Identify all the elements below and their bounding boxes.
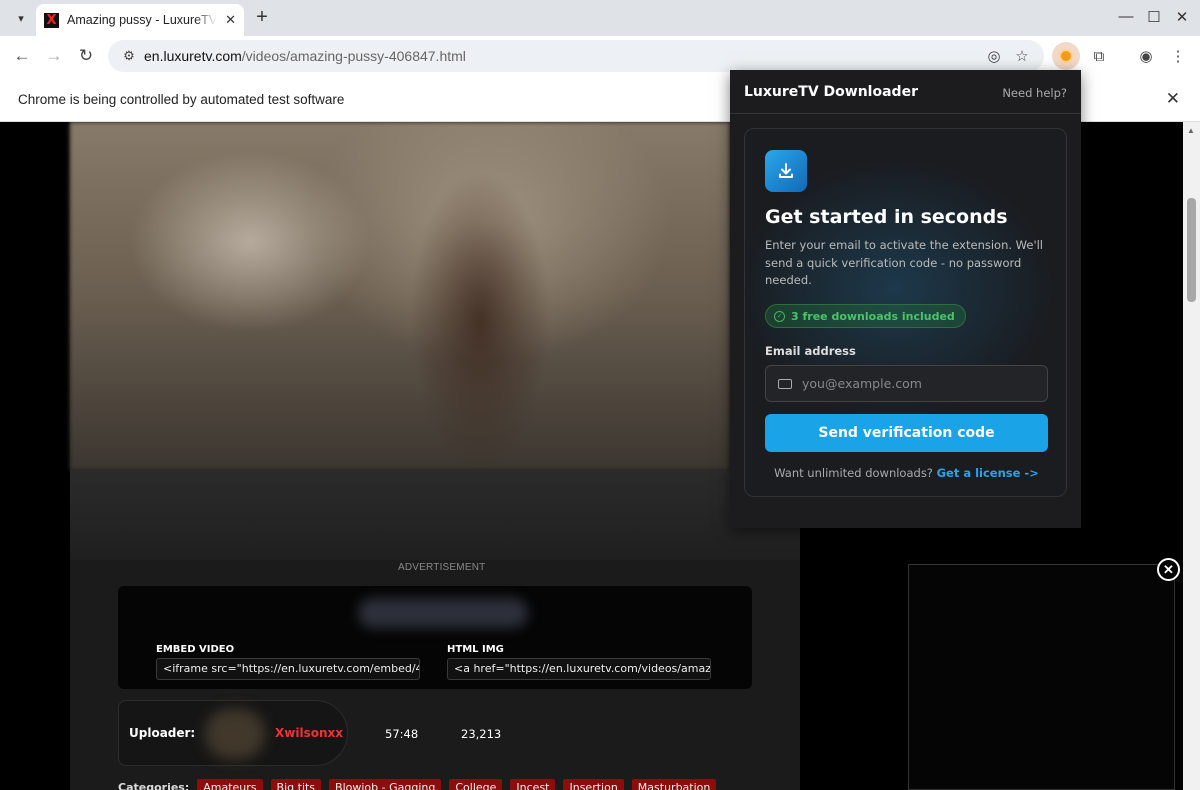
- infobar-close-icon[interactable]: ✕: [1166, 89, 1180, 109]
- download-icon: [765, 150, 807, 192]
- window-close-icon[interactable]: ✕: [1172, 8, 1192, 26]
- view-count: 23,213: [461, 727, 502, 741]
- maximize-icon[interactable]: ☐: [1144, 8, 1164, 26]
- extension-popup: LuxureTV Downloader Need help? Get start…: [730, 70, 1081, 528]
- side-advertisement[interactable]: [908, 564, 1175, 790]
- email-field[interactable]: [765, 365, 1048, 402]
- license-line: Want unlimited downloads? Get a license …: [745, 466, 1068, 480]
- advertisement-label: ADVERTISEMENT: [398, 562, 486, 573]
- infobar-message: Chrome is being controlled by automated …: [18, 92, 345, 107]
- license-prompt: Want unlimited downloads?: [774, 466, 933, 480]
- page-scrollbar[interactable]: ▲: [1183, 122, 1200, 790]
- need-help-link[interactable]: Need help?: [1002, 86, 1067, 100]
- new-tab-button[interactable]: +: [252, 6, 272, 29]
- ad-close-icon[interactable]: ✕: [1157, 558, 1180, 581]
- badge-text: 3 free downloads included: [791, 309, 955, 323]
- back-arrow-icon[interactable]: ←: [10, 44, 34, 68]
- categories-row: Categories: Amateurs Big tits Blowjob - …: [118, 777, 717, 790]
- uploader-card[interactable]: Uploader: Xwilsonxx: [118, 700, 348, 766]
- embed-video-field[interactable]: <iframe src="https://en.luxuretv.com/emb…: [156, 658, 420, 680]
- video-duration: 57:48: [385, 727, 419, 741]
- tab-title: Amazing pussy - LuxureTV: [67, 13, 217, 27]
- uploader-avatar: [205, 709, 265, 759]
- email-label: Email address: [765, 344, 856, 358]
- embed-video-label: EMBED VIDEO: [156, 644, 235, 655]
- profile-avatar-icon[interactable]: ◉: [1132, 42, 1160, 70]
- embed-banner: [358, 598, 528, 628]
- scroll-up-arrow-icon[interactable]: ▲: [1187, 126, 1195, 135]
- tab-close-icon[interactable]: ✕: [225, 12, 236, 28]
- categories-label: Categories:: [118, 780, 190, 790]
- forward-arrow-icon[interactable]: →: [42, 44, 66, 68]
- video-controls-area: [70, 470, 800, 560]
- site-favicon-icon: X: [44, 12, 59, 28]
- html-img-field[interactable]: <a href="https://en.luxuretv.com/videos/…: [447, 658, 711, 680]
- tab-strip: ▾ X Amazing pussy - LuxureTV ✕ + — ☐ ✕: [0, 0, 1200, 36]
- uploader-label: Uploader:: [129, 726, 196, 740]
- reload-icon[interactable]: ↻: [74, 44, 98, 68]
- eye-off-icon[interactable]: ◎: [982, 40, 1006, 72]
- popup-title: LuxureTV Downloader: [744, 84, 918, 100]
- scrollbar-thumb[interactable]: [1187, 198, 1196, 302]
- check-circle-icon: ✓: [774, 310, 785, 322]
- browser-tab[interactable]: X Amazing pussy - LuxureTV ✕: [36, 4, 244, 36]
- email-input[interactable]: [802, 376, 1042, 391]
- send-verification-button[interactable]: Send verification code: [765, 414, 1048, 452]
- html-img-label: HTML IMG: [447, 644, 504, 655]
- embed-panel: EMBED VIDEO <iframe src="https://en.luxu…: [118, 586, 752, 689]
- mail-icon: [778, 378, 792, 389]
- card-description: Enter your email to activate the extensi…: [765, 238, 1043, 287]
- luxuretv-extension-icon[interactable]: [1052, 42, 1080, 70]
- category-tag[interactable]: Big tits: [270, 778, 322, 790]
- category-tag[interactable]: College: [449, 778, 503, 790]
- category-tag[interactable]: Incest: [510, 778, 556, 790]
- browser-menu-icon[interactable]: ⋮: [1164, 42, 1192, 70]
- category-tag[interactable]: Amateurs: [197, 778, 263, 790]
- signup-card: Get started in seconds Enter your email …: [744, 128, 1067, 497]
- tab-search-chevron-icon[interactable]: ▾: [9, 7, 33, 29]
- free-downloads-badge: ✓ 3 free downloads included: [765, 304, 966, 328]
- get-license-link[interactable]: Get a license ->: [937, 466, 1039, 480]
- minimize-icon[interactable]: —: [1116, 8, 1136, 25]
- site-info-icon[interactable]: ⚙: [116, 48, 142, 64]
- popup-header: LuxureTV Downloader Need help?: [730, 70, 1081, 114]
- extensions-puzzle-icon[interactable]: ⧉: [1085, 42, 1113, 70]
- card-heading: Get started in seconds: [765, 206, 1008, 228]
- category-tag[interactable]: Blowjob - Gagging: [329, 778, 442, 790]
- address-bar[interactable]: ⚙ en.luxuretv.com/videos/amazing-pussy-4…: [108, 40, 1044, 72]
- bookmark-star-icon[interactable]: ☆: [1010, 40, 1034, 72]
- url-text: en.luxuretv.com/videos/amazing-pussy-406…: [144, 48, 466, 64]
- category-tag[interactable]: Insertion: [563, 778, 624, 790]
- video-player[interactable]: [70, 122, 730, 470]
- category-tag[interactable]: Masturbation: [631, 778, 717, 790]
- uploader-name-link[interactable]: Xwilsonxx: [275, 726, 343, 740]
